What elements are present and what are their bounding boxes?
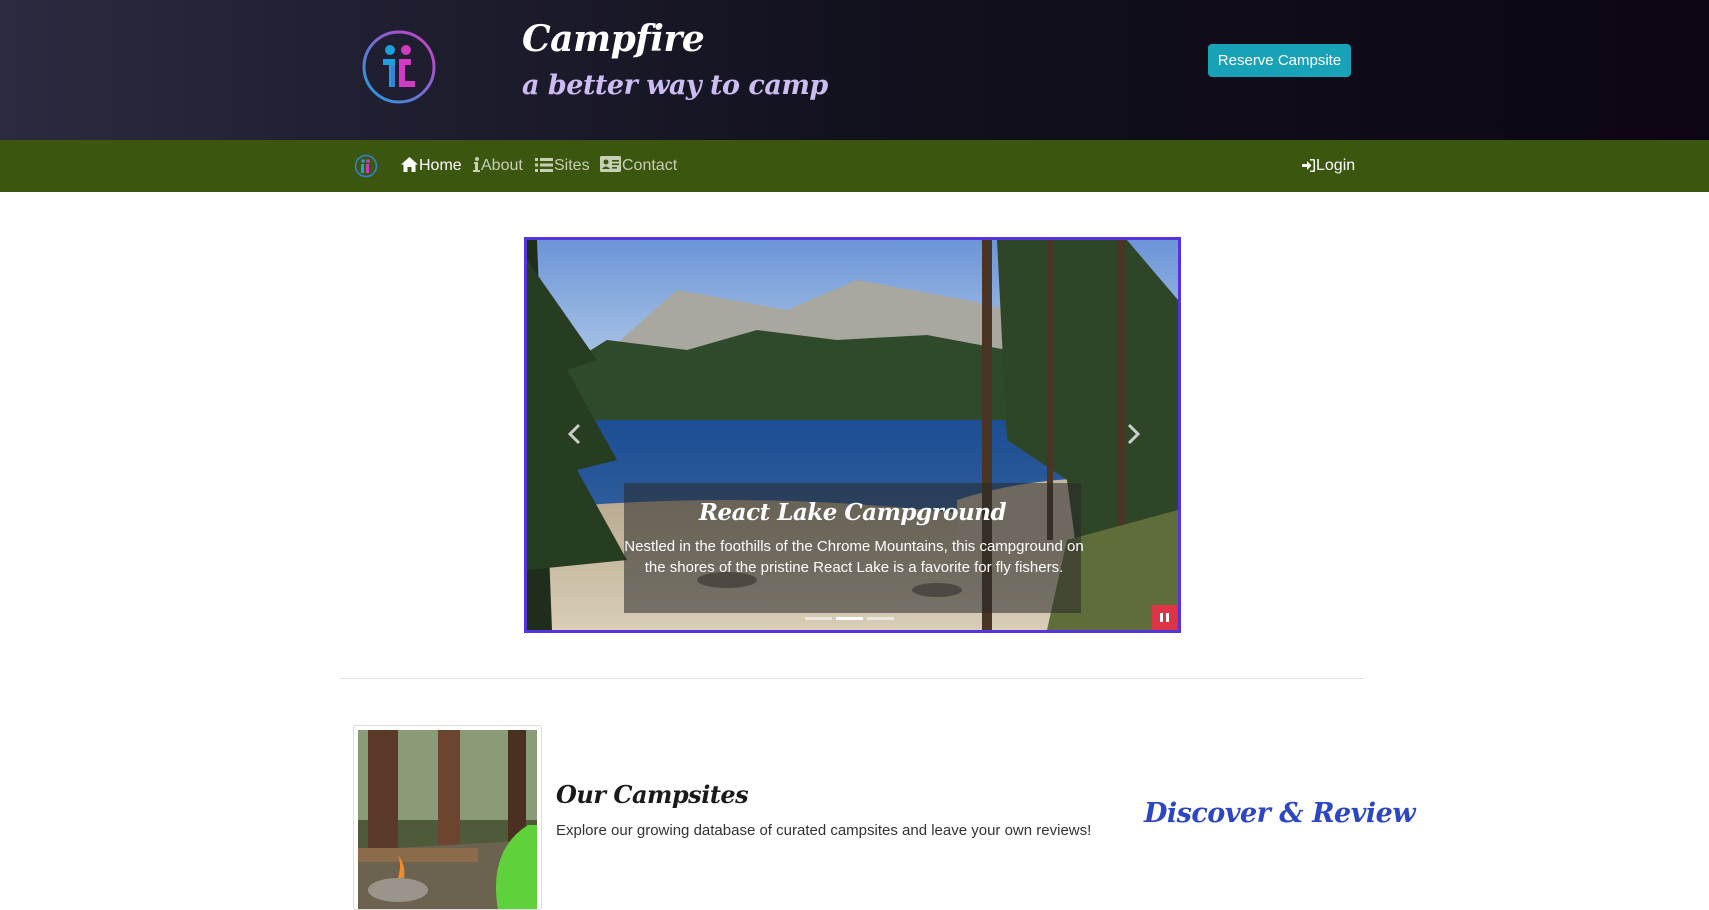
campsites-description: Explore our growing database of curated … <box>556 822 1092 839</box>
login-link[interactable]: Login <box>1302 140 1355 192</box>
pause-icon <box>1160 613 1163 622</box>
nav-item-contact-label: Contact <box>622 157 678 174</box>
carousel-indicator-2[interactable] <box>836 617 863 620</box>
discover-review-tagline: Discover & Review <box>1144 798 1416 829</box>
site-title: Campfire <box>522 18 705 60</box>
nav-item-about[interactable]: About <box>473 140 523 192</box>
campsites-heading: Our Campsites <box>556 780 749 809</box>
nav-item-about-label: About <box>481 157 523 174</box>
carousel-caption: React Lake Campground Nestled in the foo… <box>624 483 1084 613</box>
carousel-slide-title: React Lake Campground <box>698 499 1007 526</box>
carousel-indicators <box>805 605 898 620</box>
nav-item-home-label: Home <box>419 157 462 174</box>
info-icon <box>473 157 480 172</box>
nav-item-home[interactable]: Home <box>401 140 462 192</box>
site-tagline: a better way to camp <box>522 70 828 101</box>
campsite-thumbnail <box>353 725 542 910</box>
sign-in-icon <box>1302 159 1315 172</box>
carousel-indicator-1[interactable] <box>805 617 832 620</box>
login-label: Login <box>1316 157 1356 174</box>
nav-item-contact[interactable]: Contact <box>600 140 677 192</box>
site-header: Campfire a better way to camp Reserve Ca… <box>0 0 1709 140</box>
carousel-slide-text: Nestled in the foothills of the Chrome M… <box>624 538 1084 576</box>
nav-logo-icon[interactable] <box>354 154 378 178</box>
list-icon <box>535 158 553 172</box>
campfire-photo <box>358 730 537 909</box>
nav-item-sites[interactable]: Sites <box>535 140 590 192</box>
pause-icon-bar <box>1166 613 1169 622</box>
carousel-prev-icon[interactable] <box>565 422 585 446</box>
address-card-icon <box>600 156 621 172</box>
reserve-campsite-button[interactable]: Reserve Campsite <box>1208 44 1351 77</box>
carousel-pause-button[interactable] <box>1152 605 1177 630</box>
carousel-indicator-3[interactable] <box>867 617 894 620</box>
carousel-next-icon[interactable] <box>1123 422 1143 446</box>
home-icon <box>401 157 418 172</box>
nav-item-sites-label: Sites <box>554 157 590 174</box>
main-navbar: Home About Sites Contact Login <box>0 140 1709 192</box>
campsite-carousel[interactable]: React Lake Campground Nestled in the foo… <box>524 237 1181 633</box>
campfire-logo-icon[interactable] <box>361 29 437 105</box>
section-divider <box>339 678 1364 679</box>
